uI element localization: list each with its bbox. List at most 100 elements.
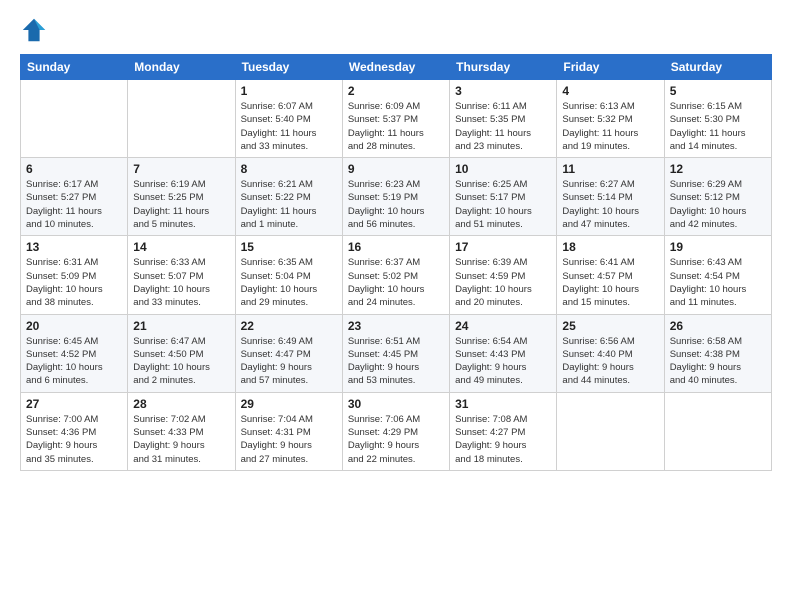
day-number: 7: [133, 162, 229, 176]
day-info: Sunrise: 6:19 AM Sunset: 5:25 PM Dayligh…: [133, 178, 229, 231]
day-info: Sunrise: 6:29 AM Sunset: 5:12 PM Dayligh…: [670, 178, 766, 231]
day-number: 23: [348, 319, 444, 333]
header: [20, 16, 772, 44]
day-info: Sunrise: 7:00 AM Sunset: 4:36 PM Dayligh…: [26, 413, 122, 466]
weekday-header: Thursday: [450, 55, 557, 80]
day-info: Sunrise: 6:56 AM Sunset: 4:40 PM Dayligh…: [562, 335, 658, 388]
day-info: Sunrise: 7:04 AM Sunset: 4:31 PM Dayligh…: [241, 413, 337, 466]
calendar-cell: 7 Sunrise: 6:19 AM Sunset: 5:25 PM Daylig…: [128, 158, 235, 236]
calendar-cell: 21Sunrise: 6:47 AM Sunset: 4:50 PM Dayli…: [128, 314, 235, 392]
day-number: 2: [348, 84, 444, 98]
day-number: 29: [241, 397, 337, 411]
calendar-cell: 25 Sunrise: 6:56 AM Sunset: 4:40 PM Dayli…: [557, 314, 664, 392]
calendar-cell: 13 Sunrise: 6:31 AM Sunset: 5:09 PM Dayli…: [21, 236, 128, 314]
calendar-week-row: 20 Sunrise: 6:45 AM Sunset: 4:52 PM Dayli…: [21, 314, 772, 392]
day-number: 17: [455, 240, 551, 254]
calendar-header-row: SundayMondayTuesdayWednesdayThursdayFrid…: [21, 55, 772, 80]
day-number: 22: [241, 319, 337, 333]
calendar-cell: [664, 392, 771, 470]
day-info: Sunrise: 6:39 AM Sunset: 4:59 PM Dayligh…: [455, 256, 551, 309]
calendar-cell: 27 Sunrise: 7:00 AM Sunset: 4:36 PM Dayli…: [21, 392, 128, 470]
calendar-cell: 29 Sunrise: 7:04 AM Sunset: 4:31 PM Dayli…: [235, 392, 342, 470]
weekday-header: Sunday: [21, 55, 128, 80]
day-number: 26: [670, 319, 766, 333]
day-info: Sunrise: 6:21 AM Sunset: 5:22 PM Dayligh…: [241, 178, 337, 231]
calendar-cell: 28 Sunrise: 7:02 AM Sunset: 4:33 PM Dayli…: [128, 392, 235, 470]
calendar-cell: 11Sunrise: 6:27 AM Sunset: 5:14 PM Dayli…: [557, 158, 664, 236]
day-number: 28: [133, 397, 229, 411]
logo: [20, 16, 52, 44]
calendar-cell: [21, 80, 128, 158]
day-info: Sunrise: 6:35 AM Sunset: 5:04 PM Dayligh…: [241, 256, 337, 309]
calendar-cell: 23 Sunrise: 6:51 AM Sunset: 4:45 PM Dayli…: [342, 314, 449, 392]
day-info: Sunrise: 6:54 AM Sunset: 4:43 PM Dayligh…: [455, 335, 551, 388]
day-number: 30: [348, 397, 444, 411]
day-info: Sunrise: 6:41 AM Sunset: 4:57 PM Dayligh…: [562, 256, 658, 309]
day-info: Sunrise: 6:23 AM Sunset: 5:19 PM Dayligh…: [348, 178, 444, 231]
day-number: 27: [26, 397, 122, 411]
calendar-cell: [557, 392, 664, 470]
calendar-cell: 17 Sunrise: 6:39 AM Sunset: 4:59 PM Dayli…: [450, 236, 557, 314]
day-info: Sunrise: 6:31 AM Sunset: 5:09 PM Dayligh…: [26, 256, 122, 309]
page: SundayMondayTuesdayWednesdayThursdayFrid…: [0, 0, 792, 612]
day-number: 3: [455, 84, 551, 98]
calendar-cell: [128, 80, 235, 158]
day-number: 25: [562, 319, 658, 333]
calendar-week-row: 1 Sunrise: 6:07 AM Sunset: 5:40 PM Daylig…: [21, 80, 772, 158]
weekday-header: Friday: [557, 55, 664, 80]
calendar-cell: 6 Sunrise: 6:17 AM Sunset: 5:27 PM Daylig…: [21, 158, 128, 236]
day-number: 21: [133, 319, 229, 333]
calendar-cell: 10Sunrise: 6:25 AM Sunset: 5:17 PM Dayli…: [450, 158, 557, 236]
calendar-cell: 20 Sunrise: 6:45 AM Sunset: 4:52 PM Dayli…: [21, 314, 128, 392]
day-info: Sunrise: 6:49 AM Sunset: 4:47 PM Dayligh…: [241, 335, 337, 388]
day-number: 9: [348, 162, 444, 176]
day-info: Sunrise: 6:09 AM Sunset: 5:37 PM Dayligh…: [348, 100, 444, 153]
logo-icon: [20, 16, 48, 44]
day-number: 16: [348, 240, 444, 254]
calendar-cell: 12 Sunrise: 6:29 AM Sunset: 5:12 PM Dayli…: [664, 158, 771, 236]
day-info: Sunrise: 6:33 AM Sunset: 5:07 PM Dayligh…: [133, 256, 229, 309]
calendar-cell: 30 Sunrise: 7:06 AM Sunset: 4:29 PM Dayli…: [342, 392, 449, 470]
day-number: 15: [241, 240, 337, 254]
calendar-cell: 26 Sunrise: 6:58 AM Sunset: 4:38 PM Dayli…: [664, 314, 771, 392]
calendar-cell: 8 Sunrise: 6:21 AM Sunset: 5:22 PM Daylig…: [235, 158, 342, 236]
calendar-week-row: 13 Sunrise: 6:31 AM Sunset: 5:09 PM Dayli…: [21, 236, 772, 314]
day-number: 12: [670, 162, 766, 176]
calendar-week-row: 27 Sunrise: 7:00 AM Sunset: 4:36 PM Dayli…: [21, 392, 772, 470]
day-number: 11: [562, 162, 658, 176]
day-info: Sunrise: 6:25 AM Sunset: 5:17 PM Dayligh…: [455, 178, 551, 231]
day-number: 1: [241, 84, 337, 98]
day-info: Sunrise: 7:06 AM Sunset: 4:29 PM Dayligh…: [348, 413, 444, 466]
day-number: 14: [133, 240, 229, 254]
calendar-cell: 18Sunrise: 6:41 AM Sunset: 4:57 PM Dayli…: [557, 236, 664, 314]
day-number: 8: [241, 162, 337, 176]
day-info: Sunrise: 6:37 AM Sunset: 5:02 PM Dayligh…: [348, 256, 444, 309]
calendar-cell: 3 Sunrise: 6:11 AM Sunset: 5:35 PM Daylig…: [450, 80, 557, 158]
day-number: 13: [26, 240, 122, 254]
calendar-cell: 22 Sunrise: 6:49 AM Sunset: 4:47 PM Dayli…: [235, 314, 342, 392]
day-info: Sunrise: 6:43 AM Sunset: 4:54 PM Dayligh…: [670, 256, 766, 309]
calendar-cell: 15 Sunrise: 6:35 AM Sunset: 5:04 PM Dayli…: [235, 236, 342, 314]
calendar-cell: 24 Sunrise: 6:54 AM Sunset: 4:43 PM Dayli…: [450, 314, 557, 392]
weekday-header: Wednesday: [342, 55, 449, 80]
day-number: 4: [562, 84, 658, 98]
day-info: Sunrise: 6:51 AM Sunset: 4:45 PM Dayligh…: [348, 335, 444, 388]
day-info: Sunrise: 7:02 AM Sunset: 4:33 PM Dayligh…: [133, 413, 229, 466]
calendar-table: SundayMondayTuesdayWednesdayThursdayFrid…: [20, 54, 772, 471]
day-info: Sunrise: 6:58 AM Sunset: 4:38 PM Dayligh…: [670, 335, 766, 388]
day-number: 20: [26, 319, 122, 333]
calendar-cell: 2 Sunrise: 6:09 AM Sunset: 5:37 PM Daylig…: [342, 80, 449, 158]
calendar-cell: 9 Sunrise: 6:23 AM Sunset: 5:19 PM Daylig…: [342, 158, 449, 236]
calendar-cell: 1 Sunrise: 6:07 AM Sunset: 5:40 PM Daylig…: [235, 80, 342, 158]
day-info: Sunrise: 6:45 AM Sunset: 4:52 PM Dayligh…: [26, 335, 122, 388]
weekday-header: Saturday: [664, 55, 771, 80]
calendar-cell: 5Sunrise: 6:15 AM Sunset: 5:30 PM Daylig…: [664, 80, 771, 158]
weekday-header: Tuesday: [235, 55, 342, 80]
day-info: Sunrise: 6:13 AM Sunset: 5:32 PM Dayligh…: [562, 100, 658, 153]
day-info: Sunrise: 6:17 AM Sunset: 5:27 PM Dayligh…: [26, 178, 122, 231]
calendar-cell: 4 Sunrise: 6:13 AM Sunset: 5:32 PM Daylig…: [557, 80, 664, 158]
day-info: Sunrise: 6:11 AM Sunset: 5:35 PM Dayligh…: [455, 100, 551, 153]
day-info: Sunrise: 6:07 AM Sunset: 5:40 PM Dayligh…: [241, 100, 337, 153]
day-number: 6: [26, 162, 122, 176]
day-number: 24: [455, 319, 551, 333]
